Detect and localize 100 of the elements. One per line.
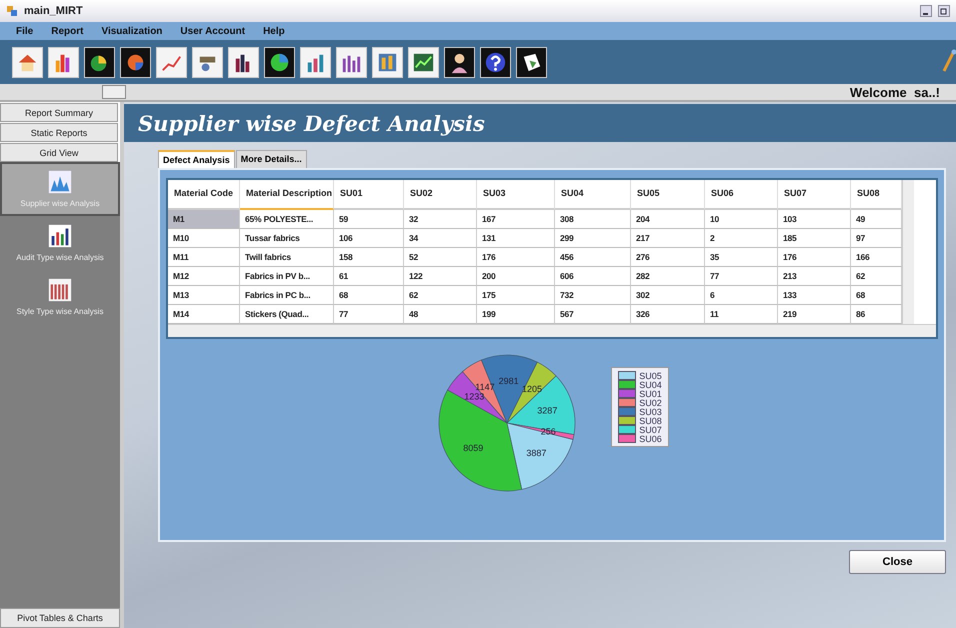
menu-item[interactable]: User Account bbox=[180, 26, 246, 36]
table-cell: 456 bbox=[555, 248, 631, 267]
table-cell: 106 bbox=[334, 229, 404, 248]
table-cell: 276 bbox=[631, 248, 705, 267]
toolbar-button[interactable] bbox=[264, 46, 295, 78]
table-cell: 217 bbox=[631, 229, 705, 248]
table-cell: M12 bbox=[168, 267, 240, 286]
slice-value: 2981 bbox=[498, 376, 519, 386]
menu-item[interactable]: Visualization bbox=[101, 26, 162, 36]
table-cell: Fabrics in PC b... bbox=[240, 286, 334, 305]
table-cell: M1 bbox=[168, 210, 240, 229]
toolbar-button[interactable] bbox=[516, 46, 547, 78]
table-cell: 606 bbox=[555, 267, 631, 286]
tab[interactable]: More Details... bbox=[236, 150, 307, 168]
vertical-scrollbar[interactable] bbox=[902, 180, 914, 324]
legend-label: SU03 bbox=[639, 406, 662, 416]
table-cell: 68 bbox=[851, 286, 902, 305]
menu-item[interactable]: File bbox=[16, 26, 34, 36]
sidebar-section-button[interactable]: Report Summary bbox=[0, 103, 118, 122]
table-cell: Stickers (Quad... bbox=[240, 305, 334, 324]
table-cell: 6 bbox=[705, 286, 778, 305]
toolbar-button[interactable] bbox=[84, 46, 115, 78]
toolbar-button[interactable] bbox=[120, 46, 151, 78]
legend-label: SU05 bbox=[639, 370, 662, 380]
legend-label: SU02 bbox=[639, 398, 662, 408]
table-cell: 61 bbox=[334, 267, 404, 286]
table-cell: 199 bbox=[477, 305, 555, 324]
legend-label: SU01 bbox=[639, 388, 662, 398]
table-cell: 68 bbox=[334, 286, 404, 305]
welcome-text: Welcome sa..! bbox=[850, 84, 940, 100]
restore-icon[interactable] bbox=[938, 5, 950, 17]
toolbar-button[interactable] bbox=[228, 46, 259, 78]
table-cell: 77 bbox=[705, 267, 778, 286]
table-cell: Fabrics in PV b... bbox=[240, 267, 334, 286]
tab[interactable]: Defect Analysis bbox=[158, 150, 235, 168]
table-cell: 326 bbox=[631, 305, 705, 324]
table-cell: M11 bbox=[168, 248, 240, 267]
table-cell: 10 bbox=[705, 210, 778, 229]
chart-icon bbox=[47, 169, 73, 195]
minimize-icon[interactable] bbox=[920, 5, 932, 17]
table-cell: 32 bbox=[404, 210, 477, 229]
table-cell: 131 bbox=[477, 229, 555, 248]
page-title: Supplier wise Defect Analysis bbox=[138, 110, 485, 136]
table-cell: 49 bbox=[851, 210, 902, 229]
sidebar-section-button[interactable]: Grid View bbox=[0, 143, 118, 162]
table-cell: 204 bbox=[631, 210, 705, 229]
sidebar-section-button[interactable]: Pivot Tables & Charts bbox=[0, 608, 120, 628]
table-cell: 299 bbox=[555, 229, 631, 248]
table-cell: 59 bbox=[334, 210, 404, 229]
table-cell: 11 bbox=[705, 305, 778, 324]
menu-item[interactable]: Report bbox=[51, 26, 84, 36]
table-cell: 213 bbox=[778, 267, 851, 286]
table-cell: 77 bbox=[334, 305, 404, 324]
slice-value: 256 bbox=[540, 426, 556, 437]
table-cell: 732 bbox=[555, 286, 631, 305]
table-cell: M13 bbox=[168, 286, 240, 305]
table-cell: M14 bbox=[168, 305, 240, 324]
slice-value: 1233 bbox=[464, 391, 484, 402]
menu-item[interactable]: Help bbox=[263, 26, 285, 36]
table-cell: 175 bbox=[477, 286, 555, 305]
sidebar-item[interactable]: Style Type wise Analysis bbox=[0, 270, 120, 324]
table-cell: 34 bbox=[404, 229, 477, 248]
collapse-button[interactable] bbox=[102, 85, 126, 99]
table-cell: 308 bbox=[555, 210, 631, 229]
sidebar-section-button[interactable]: Static Reports bbox=[0, 123, 118, 142]
table-cell: 62 bbox=[851, 267, 902, 286]
table-cell: 86 bbox=[851, 305, 902, 324]
legend-label: SU06 bbox=[639, 434, 662, 444]
table-cell: 158 bbox=[334, 248, 404, 267]
table-cell: 567 bbox=[555, 305, 631, 324]
sidebar-item-label: Supplier wise Analysis bbox=[20, 199, 100, 208]
table-cell: 103 bbox=[778, 210, 851, 229]
table-cell: 167 bbox=[477, 210, 555, 229]
chart-icon bbox=[47, 277, 73, 303]
table-cell: 166 bbox=[851, 248, 902, 267]
table-cell: 282 bbox=[631, 267, 705, 286]
table-cell: 122 bbox=[404, 267, 477, 286]
slice-value: 8059 bbox=[463, 443, 484, 454]
window-title: main_MIRT bbox=[24, 5, 83, 17]
table-cell: M10 bbox=[168, 229, 240, 248]
toolbar-button[interactable] bbox=[480, 46, 511, 78]
table-cell: Tussar fabrics bbox=[240, 229, 334, 248]
table-cell: 185 bbox=[778, 229, 851, 248]
table-cell: 176 bbox=[778, 248, 851, 267]
table-cell: 65% POLYESTE... bbox=[240, 210, 334, 229]
table-cell: 219 bbox=[778, 305, 851, 324]
table-cell: Twill fabrics bbox=[240, 248, 334, 267]
slice-value: 3887 bbox=[526, 448, 547, 458]
legend-label: SU08 bbox=[639, 416, 662, 426]
table-cell: 133 bbox=[778, 286, 851, 305]
toolbar-button[interactable] bbox=[444, 46, 475, 78]
horizontal-scrollbar[interactable] bbox=[168, 324, 936, 337]
close-button[interactable]: Close bbox=[849, 550, 946, 574]
table-cell: 62 bbox=[404, 286, 477, 305]
legend-label: SU07 bbox=[639, 424, 662, 434]
sidebar-item[interactable]: Audit Type wise Analysis bbox=[0, 216, 120, 270]
table-cell: 35 bbox=[705, 248, 778, 267]
table-cell: 48 bbox=[404, 305, 477, 324]
table-cell: 97 bbox=[851, 229, 902, 248]
sidebar-item-label: Style Type wise Analysis bbox=[16, 307, 104, 316]
